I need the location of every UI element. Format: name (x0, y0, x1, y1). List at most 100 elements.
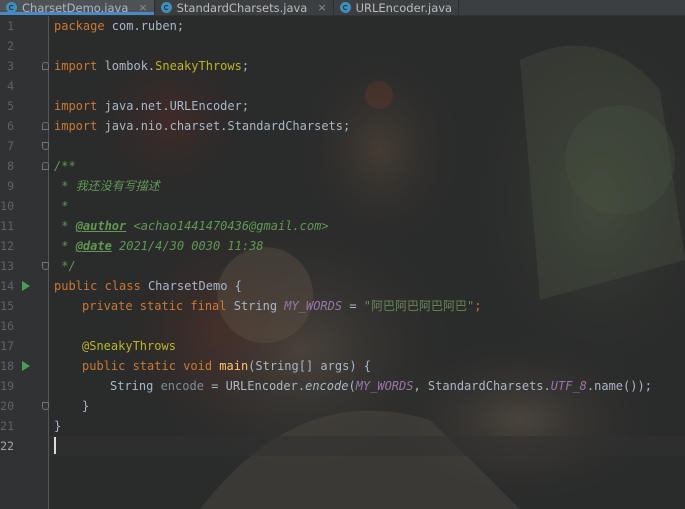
code-line-3: import lombok.SneakyThrows; (54, 56, 249, 76)
line-number: 15 (0, 299, 14, 313)
line-number: 7 (7, 139, 14, 153)
ide-window: CharsetDemo.java × StandardCharsets.java… (0, 0, 685, 509)
code-line-10: * (54, 199, 69, 213)
javadoc-tag: @date (75, 239, 112, 253)
code-line-11: * @author <achao1441470436@gmail.com> (54, 216, 329, 236)
javadoc-tag: @author (75, 219, 127, 233)
class-ref: SneakyThrows (155, 59, 242, 73)
code-text: String (110, 379, 161, 393)
line-number: 8 (7, 159, 14, 173)
java-file-icon (339, 2, 351, 13)
code-editor[interactable]: package com.ruben; import lombok.SneakyT… (49, 16, 685, 509)
code-text: ; (474, 299, 482, 313)
code-text: java.net.URLEncoder; (97, 99, 250, 113)
tab-label: StandardCharsets.java (176, 0, 308, 15)
code-line-19: String encode = URLEncoder.encode(MY_WOR… (110, 376, 652, 396)
code-line-6: import java.nio.charset.StandardCharsets… (54, 116, 350, 136)
code-line-8: /** (54, 159, 76, 173)
code-line-14: public class CharsetDemo { (54, 276, 242, 296)
keyword: public static void (82, 359, 213, 373)
line-number: 6 (7, 119, 14, 133)
method-call: encode (305, 379, 349, 393)
line-number: 16 (0, 319, 14, 333)
code-line-1: package com.ruben; (54, 16, 184, 36)
tab-urlencoder[interactable]: URLEncoder.java (334, 0, 460, 15)
comment-text: * (54, 219, 76, 233)
run-gutter-icon[interactable] (22, 281, 30, 291)
code-line-20: } (82, 399, 90, 413)
keyword: import (54, 59, 98, 73)
class-name: CharsetDemo { (140, 279, 242, 293)
line-number: 5 (7, 99, 14, 113)
tab-charsetdemo[interactable]: CharsetDemo.java × (0, 0, 155, 15)
code-text: = URLEncoder. (203, 379, 306, 393)
comment-text: <achao1441470436@gmail.com> (126, 219, 329, 233)
code-line-5: import java.net.URLEncoder; (54, 96, 249, 116)
tab-label: CharsetDemo.java (22, 0, 129, 15)
code-line-17: @SneakyThrows (82, 339, 176, 353)
method-name: main (212, 359, 249, 373)
keyword: public (54, 279, 98, 293)
line-number: 2 (7, 39, 14, 53)
java-file-icon (160, 2, 172, 13)
editor-gutter[interactable]: 1 2 3 4 5 6 7 8 9 10 11 12 13 14 15 16 1… (0, 16, 49, 509)
fold-icon[interactable] (42, 122, 49, 130)
fold-icon[interactable] (42, 62, 49, 70)
line-number: 13 (0, 259, 14, 273)
code-line-13: */ (54, 259, 76, 273)
fold-icon[interactable] (42, 142, 49, 150)
comment-text: 2021/4/30 0030 11:38 (111, 239, 264, 253)
code-line-15: private static final String MY_WORDS = "… (82, 296, 481, 316)
keyword: import (54, 99, 98, 113)
code-text: lombok. (97, 59, 156, 73)
close-icon[interactable]: × (138, 1, 147, 14)
editor-tab-bar: CharsetDemo.java × StandardCharsets.java… (0, 0, 685, 16)
code-text: java.nio.charset.StandardCharsets; (97, 119, 351, 133)
line-number: 4 (7, 79, 14, 93)
line-number: 18 (0, 359, 14, 373)
java-file-icon (6, 2, 17, 13)
line-number: 20 (0, 399, 14, 413)
code-text: = (342, 299, 364, 313)
run-gutter-icon[interactable] (22, 361, 30, 371)
code-text: ; (241, 59, 250, 73)
code-text: String (226, 299, 285, 313)
line-number: 1 (7, 19, 14, 33)
field-name: MY_WORDS (284, 299, 343, 313)
field-name: MY_WORDS (355, 379, 414, 393)
code-line-9: * 我还没有写描述 (54, 179, 160, 193)
code-text: (String[] args) { (248, 359, 371, 373)
fold-icon[interactable] (42, 262, 49, 270)
line-number: 21 (0, 419, 14, 433)
keyword: package (54, 19, 105, 33)
line-number-current: 22 (0, 439, 14, 453)
code-line-21: } (54, 419, 62, 433)
line-number: 11 (0, 219, 14, 233)
line-number: 14 (0, 279, 14, 293)
fold-icon[interactable] (42, 402, 49, 410)
constant-name: UTF_8 (550, 379, 587, 393)
keyword: import (54, 119, 98, 133)
code-text: .name()); (586, 379, 652, 393)
line-number: 19 (0, 379, 14, 393)
line-number: 17 (0, 339, 14, 353)
current-line-highlight (49, 436, 685, 456)
tab-label: URLEncoder.java (355, 0, 453, 15)
code-text: ( (348, 379, 356, 393)
string-literal: "阿巴阿巴阿巴阿巴" (363, 299, 475, 313)
comment-text: * (54, 239, 76, 253)
tab-standardcharsets[interactable]: StandardCharsets.java × (155, 0, 334, 15)
close-icon[interactable]: × (317, 1, 326, 14)
code-line-12: * @date 2021/4/30 0030 11:38 (54, 236, 264, 256)
code-text: , StandardCharsets. (413, 379, 551, 393)
keyword: private static final (82, 299, 227, 313)
fold-icon[interactable] (42, 162, 49, 170)
code-text: com.ruben; (104, 19, 185, 33)
code-line-18: public static void main(String[] args) { (82, 356, 371, 376)
line-number: 3 (7, 59, 14, 73)
text-caret (54, 437, 56, 454)
line-number: 9 (7, 179, 14, 193)
keyword: class (104, 279, 141, 293)
local-variable: encode (160, 379, 204, 393)
line-number: 12 (0, 239, 14, 253)
